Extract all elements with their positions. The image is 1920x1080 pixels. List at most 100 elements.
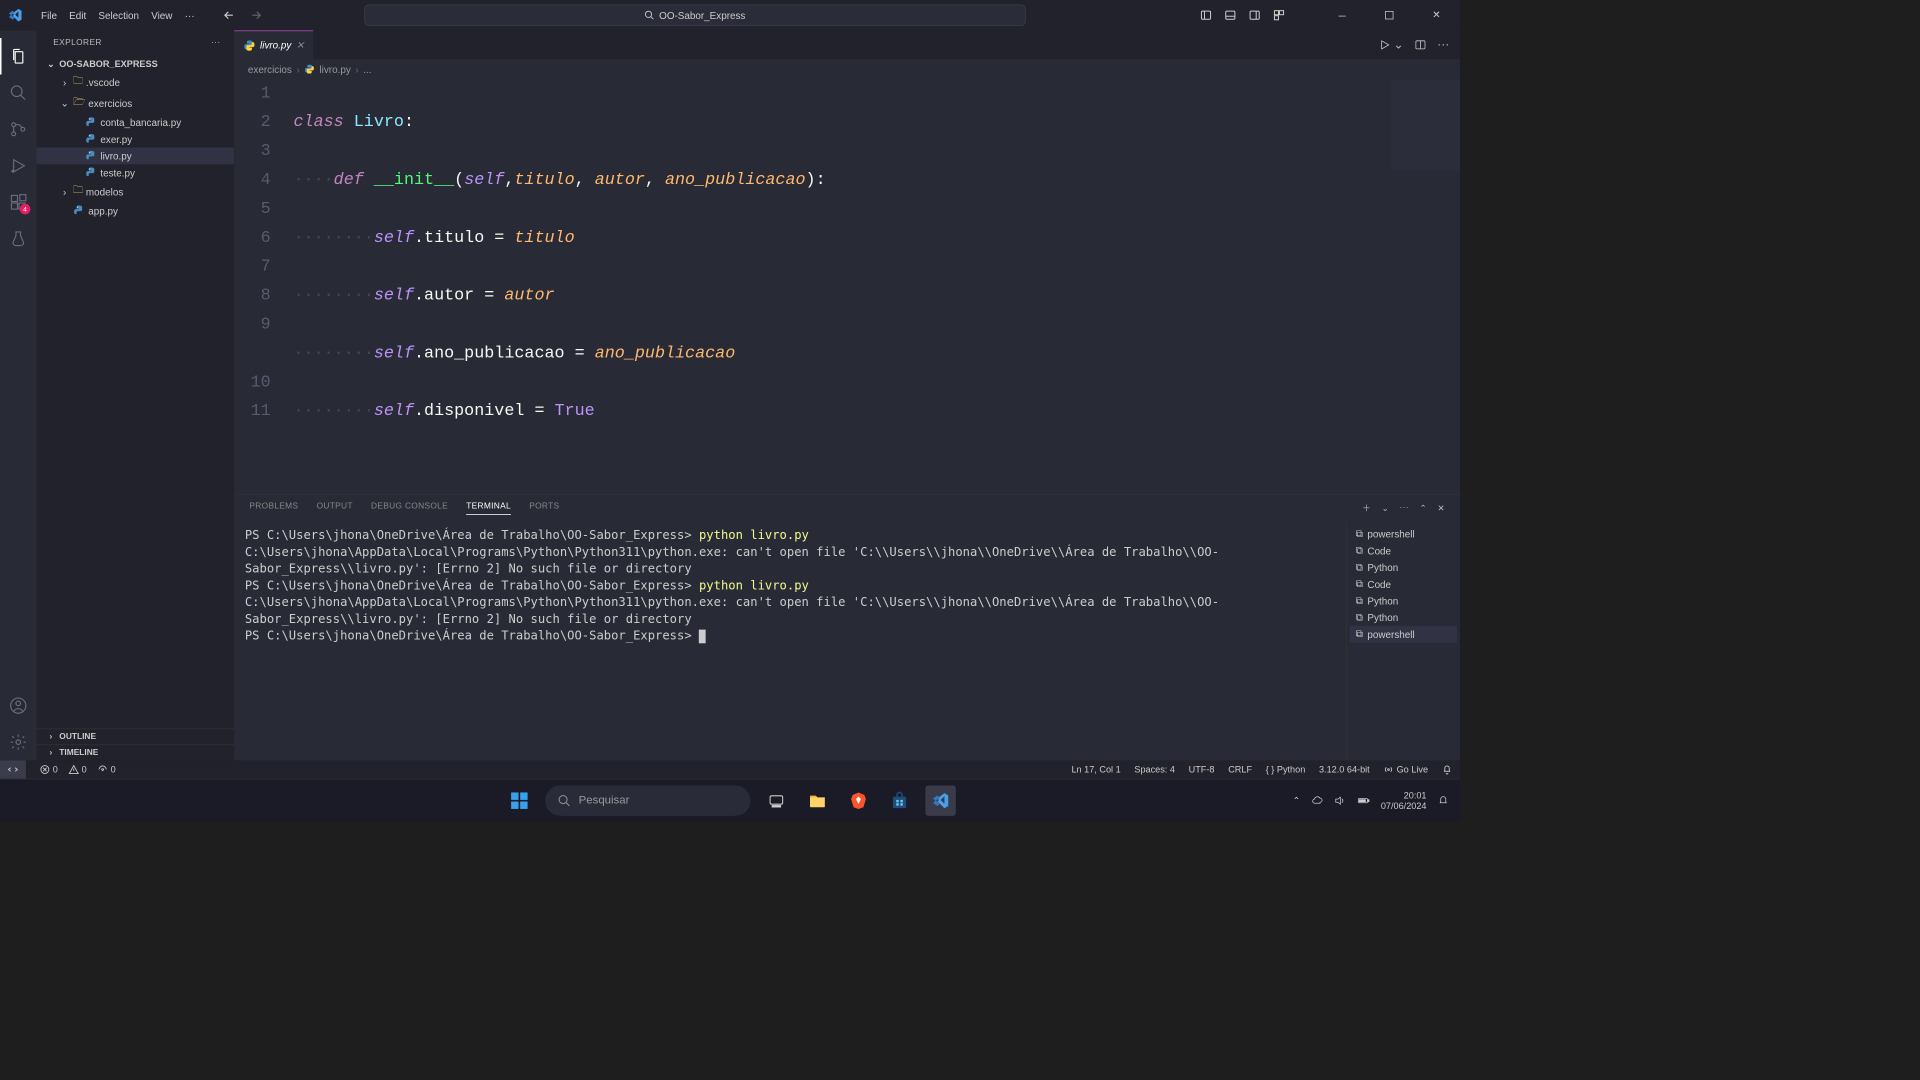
folder-modelos[interactable]: ›🗀modelos (36, 181, 234, 202)
workspace-root[interactable]: ⌄OO-SABOR_EXPRESS (36, 56, 234, 71)
menu-edit[interactable]: Edit (63, 0, 92, 30)
explorer-app-icon[interactable] (802, 785, 832, 815)
command-center-label: OO-Sabor_Express (659, 10, 745, 21)
activity-extensions[interactable]: 4 (0, 184, 36, 220)
tray-notifications-icon[interactable] (1437, 794, 1449, 806)
term-item-2[interactable]: ⧉Python (1350, 559, 1457, 576)
activity-source-control[interactable] (0, 111, 36, 147)
term-item-6[interactable]: ⧉powershell (1350, 626, 1457, 643)
command-center[interactable]: OO-Sabor_Express (364, 5, 1026, 26)
brave-app-icon[interactable] (843, 785, 873, 815)
terminal-list: ⧉powershell ⧉Code ⧉Python ⧉Code ⧉Python … (1346, 521, 1460, 761)
panel-close-icon[interactable]: ✕ (1437, 503, 1444, 513)
terminal-output[interactable]: PS C:\Users\jhona\OneDrive\Área de Traba… (234, 521, 1346, 761)
activity-testing[interactable] (0, 221, 36, 257)
vscode-logo-icon (6, 6, 24, 24)
store-app-icon[interactable] (884, 785, 914, 815)
status-ports[interactable]: 0 (97, 764, 115, 775)
timeline-section[interactable]: ›TIMELINE (36, 744, 234, 760)
folder-exercicios[interactable]: ⌄🗁exercicios (36, 93, 234, 114)
term-item-4[interactable]: ⧉Python (1350, 592, 1457, 609)
activity-explorer[interactable] (0, 38, 36, 74)
layout-customize-icon[interactable] (1273, 9, 1285, 21)
search-icon (557, 793, 571, 807)
panel-tab-problems[interactable]: PROBLEMS (249, 502, 298, 514)
file-exer[interactable]: exer.py (36, 131, 234, 148)
tray-cloud-icon[interactable] (1311, 794, 1323, 806)
menu-selection[interactable]: Selection (92, 0, 145, 30)
remote-indicator[interactable] (0, 760, 26, 778)
terminal-cursor (699, 629, 706, 643)
tab-livro[interactable]: livro.py ✕ (234, 30, 313, 59)
tray-battery-icon[interactable] (1357, 794, 1371, 806)
panel-more-icon[interactable]: ··· (1400, 503, 1409, 512)
status-warnings[interactable]: 0 (68, 764, 86, 775)
title-bar: File Edit Selection View ··· OO-Sabor_Ex… (0, 0, 1460, 30)
nav-back-icon[interactable] (222, 8, 236, 22)
taskview-icon[interactable] (761, 785, 791, 815)
file-app[interactable]: app.py (36, 202, 234, 219)
explorer-more-icon[interactable]: ··· (211, 38, 221, 47)
explorer-sidebar: EXPLORER ··· ⌄OO-SABOR_EXPRESS ›🗀.vscode… (36, 30, 234, 760)
folder-vscode[interactable]: ›🗀.vscode (36, 71, 234, 92)
status-language[interactable]: { } Python (1266, 764, 1306, 775)
activity-accounts[interactable] (0, 687, 36, 723)
panel-maximize-icon[interactable]: ⌃ (1419, 503, 1426, 513)
editor-tabs: livro.py ✕ ⌄ ··· (234, 30, 1460, 59)
vscode-app-icon[interactable] (925, 785, 955, 815)
outline-section[interactable]: ›OUTLINE (36, 728, 234, 744)
editor-area: livro.py ✕ ⌄ ··· exercicios› livro.py› .… (234, 30, 1460, 760)
tray-volume-icon[interactable] (1334, 794, 1346, 806)
terminal-dropdown-icon[interactable]: ⌄ (1382, 503, 1389, 513)
status-eol[interactable]: CRLF (1228, 764, 1252, 775)
term-item-0[interactable]: ⧉powershell (1350, 525, 1457, 542)
status-bell-icon[interactable] (1442, 764, 1453, 775)
minimap[interactable] (1392, 79, 1460, 170)
layout-right-icon[interactable] (1249, 9, 1261, 21)
breadcrumbs[interactable]: exercicios› livro.py› ... (234, 59, 1460, 79)
tray-chevron-icon[interactable]: ⌃ (1293, 795, 1301, 806)
nav-forward-icon[interactable] (249, 8, 263, 22)
run-dropdown-icon[interactable]: ⌄ (1394, 37, 1404, 52)
new-terminal-icon[interactable]: ＋ (1362, 502, 1371, 514)
extensions-badge: 4 (20, 204, 31, 215)
window-minimize[interactable]: ─ (1325, 0, 1360, 30)
status-spaces[interactable]: Spaces: 4 (1134, 764, 1175, 775)
window-close[interactable]: ✕ (1419, 0, 1454, 30)
term-item-3[interactable]: ⧉Code (1350, 576, 1457, 593)
activity-settings[interactable] (0, 724, 36, 760)
file-livro[interactable]: livro.py (36, 148, 234, 165)
layout-left-icon[interactable] (1200, 9, 1212, 21)
term-item-5[interactable]: ⧉Python (1350, 609, 1457, 626)
explorer-title: EXPLORER (53, 38, 102, 47)
run-icon[interactable] (1378, 39, 1390, 51)
term-item-1[interactable]: ⧉Code (1350, 542, 1457, 559)
editor-more-icon[interactable]: ··· (1437, 38, 1449, 52)
layout-bottom-icon[interactable] (1224, 9, 1236, 21)
panel-tab-output[interactable]: OUTPUT (317, 502, 353, 514)
window-maximize[interactable] (1372, 0, 1407, 30)
tab-close-icon[interactable]: ✕ (296, 39, 304, 51)
status-bar: 0 0 0 Ln 17, Col 1 Spaces: 4 UTF-8 CRLF … (0, 760, 1460, 778)
panel-tab-terminal[interactable]: TERMINAL (466, 501, 511, 514)
status-golive[interactable]: Go Live (1383, 764, 1428, 775)
status-encoding[interactable]: UTF-8 (1189, 764, 1215, 775)
activity-run-debug[interactable] (0, 148, 36, 184)
status-cursor[interactable]: Ln 17, Col 1 (1071, 764, 1120, 775)
start-button[interactable] (504, 785, 534, 815)
file-teste[interactable]: teste.py (36, 164, 234, 181)
code-editor[interactable]: 1234567891011 class Livro: ····def __ini… (234, 79, 1460, 494)
file-conta-bancaria[interactable]: conta_bancaria.py (36, 114, 234, 131)
windows-taskbar: Pesquisar ⌃ 20:01 07/06/2024 (0, 779, 1460, 822)
menu-view[interactable]: View (145, 0, 178, 30)
menu-file[interactable]: File (35, 0, 63, 30)
tray-clock[interactable]: 20:01 07/06/2024 (1381, 790, 1427, 811)
status-errors[interactable]: 0 (40, 764, 58, 775)
panel-tab-debug[interactable]: DEBUG CONSOLE (371, 502, 448, 514)
panel-tab-ports[interactable]: PORTS (529, 502, 559, 514)
activity-search[interactable] (0, 75, 36, 111)
menu-more[interactable]: ··· (179, 0, 201, 30)
split-editor-icon[interactable] (1414, 39, 1426, 51)
taskbar-search[interactable]: Pesquisar (545, 785, 750, 815)
status-interpreter[interactable]: 3.12.0 64-bit (1319, 764, 1370, 775)
